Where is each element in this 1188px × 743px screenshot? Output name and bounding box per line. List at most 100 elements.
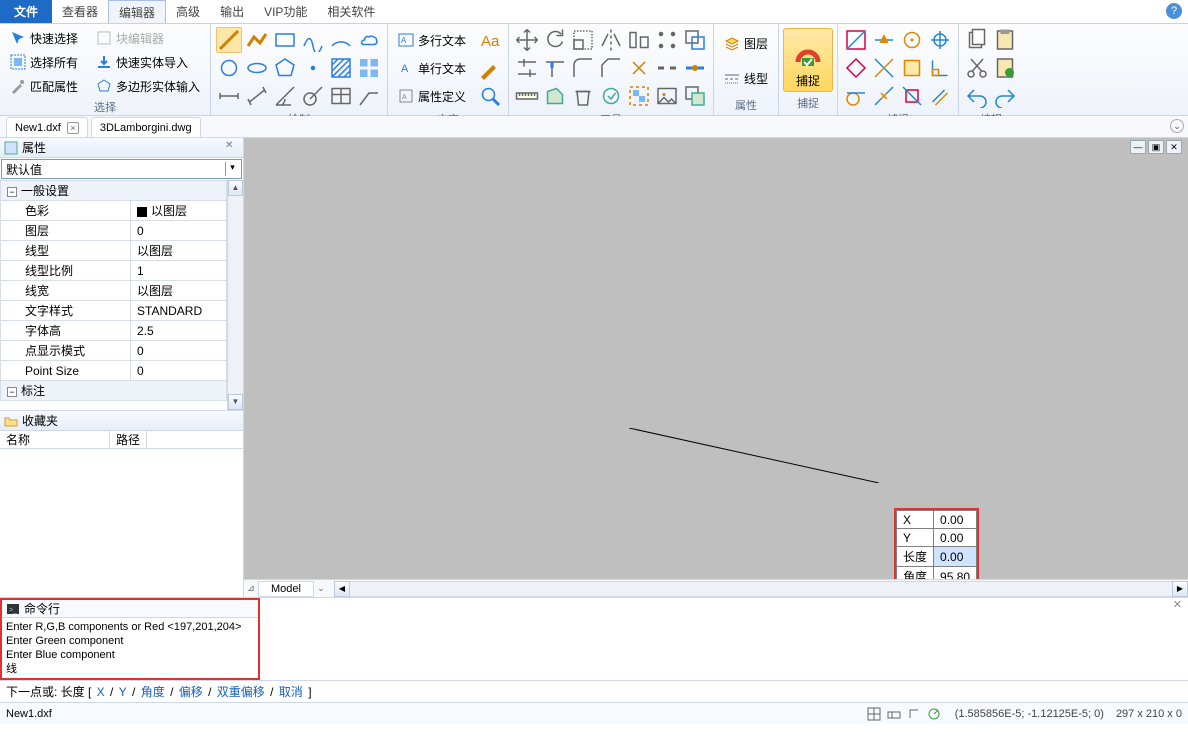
snap-end-icon[interactable] — [843, 27, 869, 53]
section-general[interactable]: −一般设置 — [1, 181, 227, 201]
paste-icon[interactable] — [992, 27, 1018, 53]
menu-viewer[interactable]: 查看器 — [52, 0, 108, 23]
area-icon[interactable] — [542, 83, 568, 109]
model-expand-icon[interactable]: ⊿ — [244, 583, 258, 594]
group-icon[interactable] — [626, 83, 652, 109]
dim-angular-icon[interactable] — [272, 83, 298, 109]
offset-icon[interactable] — [682, 27, 708, 53]
menu-editor[interactable]: 编辑器 — [108, 0, 166, 23]
properties-scrollbar[interactable]: ▲ ▼ — [227, 180, 243, 410]
prop-val-pdsize[interactable]: 0 — [131, 361, 227, 381]
prop-val-layer[interactable]: 0 — [131, 221, 227, 241]
explode-icon[interactable] — [626, 55, 652, 81]
dyn-val-x[interactable]: 0.00 — [934, 511, 977, 529]
status-dyn-icon[interactable] — [885, 705, 903, 723]
polygon-entity-input-button[interactable]: 多边形实体输入 — [90, 74, 206, 98]
command-input[interactable]: 下一点或: 长度 [ X / Y / 角度 / 偏移 / 双重偏移 / 取消 ] — [0, 680, 1188, 702]
prop-val-color[interactable]: 以图层 — [131, 201, 227, 221]
break-icon[interactable] — [654, 55, 680, 81]
snap-button[interactable]: 捕捉 — [783, 28, 833, 92]
snap-int-icon[interactable] — [871, 55, 897, 81]
dyn-val-length[interactable]: 0.00 — [934, 547, 977, 567]
text-style-icon[interactable]: Aa — [477, 27, 503, 53]
menu-advanced[interactable]: 高级 — [166, 0, 210, 23]
trim-icon[interactable] — [514, 55, 540, 81]
snap-mid-icon[interactable] — [871, 27, 897, 53]
snap-node-icon[interactable] — [927, 27, 953, 53]
snap-par-icon[interactable] — [927, 83, 953, 109]
properties-filter-dropdown[interactable]: 默认值▾ — [1, 159, 242, 179]
menu-output[interactable]: 输出 — [210, 0, 254, 23]
scroll-up-icon[interactable]: ▲ — [228, 180, 243, 196]
drawing-canvas[interactable]: X0.00 Y0.00 长度0.00 角度95.80 — [244, 138, 1188, 579]
array-icon[interactable] — [654, 27, 680, 53]
doctab-lambo[interactable]: 3DLamborgini.dwg — [91, 117, 201, 137]
table-icon[interactable] — [328, 83, 354, 109]
snap-tan-icon[interactable] — [843, 83, 869, 109]
model-chevron[interactable]: ⌄ — [314, 583, 328, 594]
dim-radius-icon[interactable] — [300, 83, 326, 109]
status-grid-icon[interactable] — [865, 705, 883, 723]
canvas-restore-icon[interactable]: ▣ — [1148, 140, 1164, 154]
doctabs-chevron[interactable]: ⌄ — [1170, 119, 1184, 133]
image-icon[interactable] — [654, 83, 680, 109]
cmd-opt-cancel[interactable]: 取消 — [279, 685, 303, 699]
cmd-opt-x[interactable]: X — [97, 685, 105, 699]
align-icon[interactable] — [626, 27, 652, 53]
snap-cen-icon[interactable] — [899, 27, 925, 53]
rotate-icon[interactable] — [542, 27, 568, 53]
match-prop-button[interactable]: 匹配属性 — [4, 74, 84, 98]
ellipse-icon[interactable] — [244, 55, 270, 81]
layer-button[interactable]: 图层 — [718, 32, 774, 56]
copy-icon[interactable] — [964, 27, 990, 53]
dim-aligned-icon[interactable] — [244, 83, 270, 109]
help-icon[interactable]: ? — [1166, 3, 1182, 19]
leader-icon[interactable] — [356, 83, 382, 109]
text-edit-icon[interactable] — [477, 55, 503, 81]
undo-icon[interactable] — [964, 83, 990, 109]
fillet-icon[interactable] — [570, 55, 596, 81]
cut-icon[interactable] — [964, 55, 990, 81]
hatch-icon[interactable] — [328, 55, 354, 81]
chamfer-icon[interactable] — [598, 55, 624, 81]
quick-entity-import-button[interactable]: 快速实体导入 — [90, 50, 206, 74]
dyn-val-y[interactable]: 0.00 — [934, 529, 977, 547]
measure-icon[interactable] — [514, 83, 540, 109]
line-icon[interactable] — [216, 27, 242, 53]
xref-icon[interactable] — [682, 83, 708, 109]
close-icon[interactable]: × — [67, 122, 79, 134]
quick-select-button[interactable]: 快速选择 — [4, 26, 84, 50]
dim-linear-icon[interactable] — [216, 83, 242, 109]
polyline-icon[interactable] — [244, 27, 270, 53]
menu-related[interactable]: 相关软件 — [317, 0, 385, 23]
dyn-val-angle[interactable]: 95.80 — [934, 567, 977, 580]
mirror-icon[interactable] — [598, 27, 624, 53]
linetype-button[interactable]: 线型 — [718, 67, 774, 91]
arc-icon[interactable] — [328, 27, 354, 53]
cmd-opt-y[interactable]: Y — [119, 685, 127, 699]
block-editor-button[interactable]: 块编辑器 — [90, 26, 206, 50]
cmd-opt-angle[interactable]: 角度 — [141, 685, 165, 699]
canvas-close-icon[interactable]: ✕ — [1166, 140, 1182, 154]
audit-icon[interactable] — [598, 83, 624, 109]
scroll-down-icon[interactable]: ▼ — [228, 394, 243, 410]
pin-icon[interactable]: ✕ — [225, 140, 239, 154]
rect-icon[interactable] — [272, 27, 298, 53]
block-icon[interactable] — [356, 55, 382, 81]
fav-col-name[interactable]: 名称 — [0, 431, 110, 448]
text-find-icon[interactable] — [477, 83, 503, 109]
hscroll-right-icon[interactable]: ▶ — [1172, 581, 1188, 597]
join-icon[interactable] — [682, 55, 708, 81]
cmd-opt-offset[interactable]: 偏移 — [179, 685, 203, 699]
snap-per-icon[interactable] — [927, 55, 953, 81]
snap-near-icon[interactable] — [871, 83, 897, 109]
redo-icon[interactable] — [992, 83, 1018, 109]
prop-val-ltscale[interactable]: 1 — [131, 261, 227, 281]
snap-ins-icon[interactable] — [899, 55, 925, 81]
move-icon[interactable] — [514, 27, 540, 53]
point-icon[interactable] — [300, 55, 326, 81]
hscroll-left-icon[interactable]: ◀ — [334, 581, 350, 597]
model-tab[interactable]: Model — [258, 581, 314, 597]
mtext-button[interactable]: A多行文本 — [392, 28, 472, 52]
prop-val-textstyle[interactable]: STANDARD — [131, 301, 227, 321]
